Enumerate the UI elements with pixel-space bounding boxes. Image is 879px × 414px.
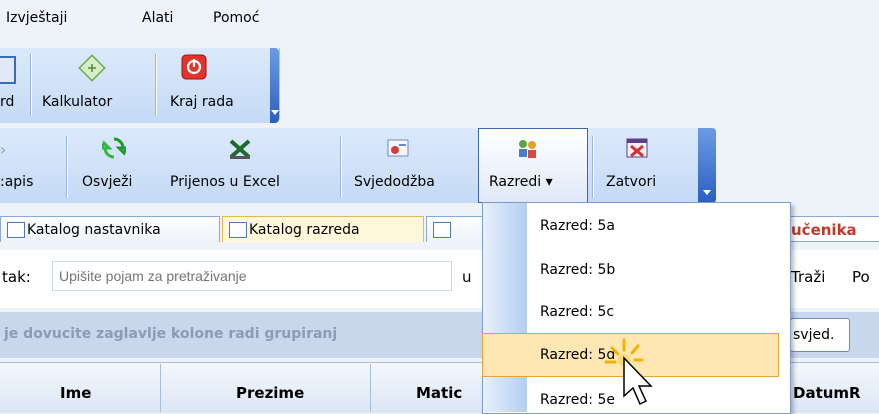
toolbar-separator bbox=[30, 54, 32, 116]
card-icon bbox=[0, 56, 16, 84]
toolbar-separator bbox=[592, 136, 594, 198]
toolbar-item-card[interactable]: rd bbox=[0, 94, 14, 110]
toolbar-item-zapis[interactable]: :apis bbox=[0, 174, 33, 190]
search-in-label: u bbox=[462, 268, 472, 286]
toolbar-item-osvjezi[interactable]: Osvježi bbox=[82, 174, 132, 190]
column-header-prezime[interactable]: Prezime bbox=[236, 384, 304, 402]
record-icon: › bbox=[0, 140, 7, 159]
window-icon bbox=[229, 222, 247, 238]
search-input[interactable] bbox=[52, 261, 452, 291]
tab-label: učenika bbox=[791, 221, 857, 239]
menu-izvjestaji[interactable]: Izvještaji bbox=[6, 10, 67, 26]
search-button[interactable]: Traži bbox=[791, 268, 825, 286]
column-header-datum-rodjenja[interactable]: DatumR bbox=[793, 384, 861, 402]
window-icon bbox=[7, 222, 25, 238]
certificate-icon bbox=[387, 139, 409, 157]
mouse-cursor-icon bbox=[604, 338, 653, 406]
search-po-label: Po bbox=[852, 268, 870, 286]
toolbar-item-kraj-rada[interactable]: Kraj rada bbox=[170, 94, 234, 110]
column-divider[interactable] bbox=[370, 364, 371, 412]
tab-katalog-nastavnika[interactable]: Katalog nastavnika bbox=[0, 216, 220, 242]
menu-icon-strip bbox=[483, 203, 527, 412]
menu-alati[interactable]: Alati bbox=[142, 10, 173, 26]
tab-label: Katalog razreda bbox=[249, 222, 360, 238]
toolbar-item-kalkulator[interactable]: Kalkulator bbox=[42, 94, 112, 110]
search-label: tak: bbox=[2, 268, 31, 286]
toolbar-overflow-grip[interactable] bbox=[270, 48, 279, 123]
refresh-icon bbox=[102, 137, 126, 159]
main-toolbar bbox=[0, 48, 280, 123]
toolbar-item-razredi[interactable]: Razredi ▾ bbox=[489, 174, 553, 190]
close-window-icon bbox=[626, 138, 648, 158]
button-label: svjed. bbox=[793, 327, 835, 343]
tab-katalog-ucenika[interactable]: učenika bbox=[788, 216, 879, 242]
tab-katalog-third[interactable] bbox=[426, 216, 486, 242]
toolbar-item-zatvori[interactable]: Zatvori bbox=[606, 174, 656, 190]
menu-item-razred[interactable]: Razred: 5a bbox=[540, 218, 615, 234]
excel-icon bbox=[229, 139, 251, 159]
group-by-hint: je dovucite zaglavlje kolone radi grupir… bbox=[4, 326, 338, 342]
menu-pomoc[interactable]: Pomoć bbox=[213, 10, 259, 26]
toolbar-separator bbox=[155, 54, 157, 116]
toolbar-separator bbox=[340, 136, 342, 198]
classes-icon bbox=[519, 140, 536, 158]
calculator-icon bbox=[78, 54, 106, 82]
column-header-ime[interactable]: Ime bbox=[60, 384, 91, 402]
power-icon bbox=[181, 54, 207, 80]
window-icon bbox=[433, 222, 451, 238]
menu-item-razred[interactable]: Razred: 5b bbox=[540, 262, 615, 278]
menu-item-razred[interactable]: Razred: 5c bbox=[540, 304, 614, 320]
tab-label: Katalog nastavnika bbox=[27, 222, 161, 238]
toolbar-item-svjedodzba[interactable]: Svjedodžba bbox=[354, 174, 435, 190]
toolbar-item-excel[interactable]: Prijenos u Excel bbox=[170, 174, 280, 190]
tab-katalog-razreda[interactable]: Katalog razreda bbox=[222, 216, 424, 242]
svjedodzba-group-button[interactable]: svjed. bbox=[790, 318, 850, 352]
toolbar-overflow-grip[interactable] bbox=[698, 128, 716, 203]
menu-bar bbox=[0, 0, 879, 40]
column-divider[interactable] bbox=[160, 364, 161, 412]
column-header-maticni[interactable]: Matic bbox=[416, 384, 462, 402]
toolbar-separator bbox=[66, 136, 68, 198]
